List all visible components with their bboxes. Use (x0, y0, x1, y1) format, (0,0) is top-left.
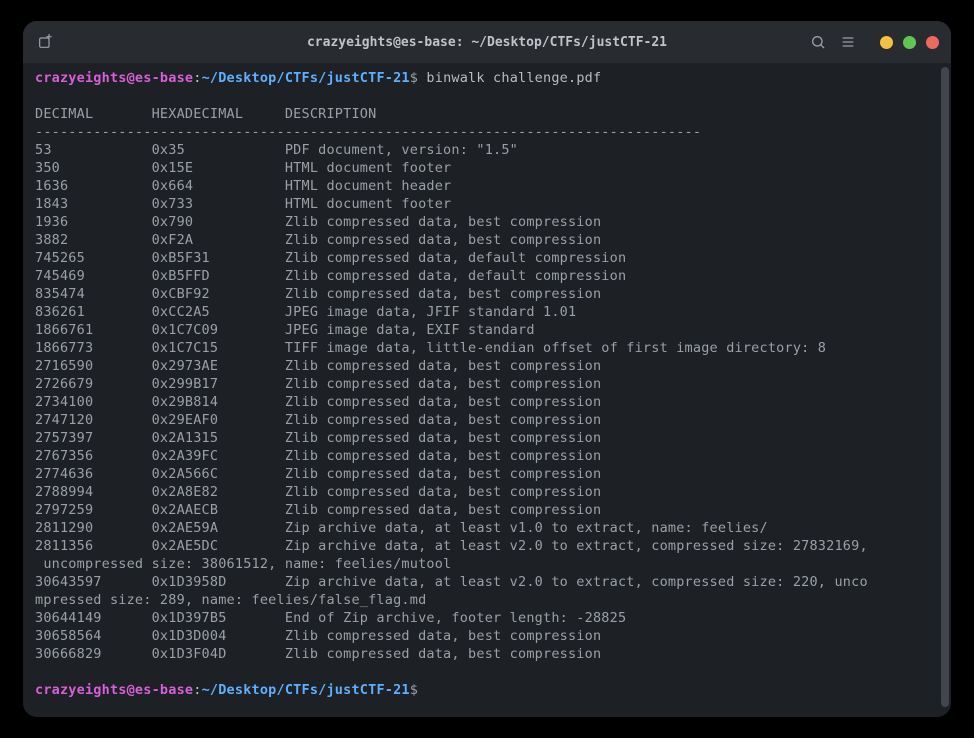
titlebar: crazyeights@es-base: ~/Desktop/CTFs/just… (23, 21, 951, 63)
prompt-user: crazyeights@es-base (35, 682, 193, 698)
close-button[interactable] (926, 36, 939, 49)
output-row: 836261 0xCC2A5 JPEG image data, JFIF sta… (35, 304, 576, 320)
prompt-dollar: $ (410, 70, 418, 86)
output-row: 2811290 0x2AE59A Zip archive data, at le… (35, 520, 768, 536)
prompt-path: ~/Desktop/CTFs/justCTF-21 (202, 70, 410, 86)
output-row: 2716590 0x2973AE Zlib compressed data, b… (35, 358, 601, 374)
prompt-colon: : (193, 682, 201, 698)
window-controls (880, 36, 939, 49)
terminal-window: crazyeights@es-base: ~/Desktop/CTFs/just… (23, 21, 951, 717)
terminal-area[interactable]: crazyeights@es-base:~/Desktop/CTFs/justC… (23, 63, 951, 717)
output-row: 2788994 0x2A8E82 Zlib compressed data, b… (35, 484, 601, 500)
minimize-button[interactable] (880, 36, 893, 49)
terminal-content: crazyeights@es-base:~/Desktop/CTFs/justC… (35, 69, 949, 699)
new-tab-icon[interactable] (35, 32, 55, 52)
command-text: binwalk challenge.pdf (418, 70, 601, 86)
output-row: 745469 0xB5FFD Zlib compressed data, def… (35, 268, 626, 284)
output-row: 2734100 0x29B814 Zlib compressed data, b… (35, 394, 601, 410)
output-row: 53 0x35 PDF document, version: "1.5" (35, 142, 518, 158)
output-row: 1866761 0x1C7C09 JPEG image data, EXIF s… (35, 322, 535, 338)
output-row: 3882 0xF2A Zlib compressed data, best co… (35, 232, 601, 248)
output-row: 835474 0xCBF92 Zlib compressed data, bes… (35, 286, 601, 302)
output-row: 30666829 0x1D3F04D Zlib compressed data,… (35, 646, 601, 662)
prompt-colon: : (193, 70, 201, 86)
prompt-user: crazyeights@es-base (35, 70, 193, 86)
titlebar-right (810, 34, 939, 50)
output-row: 2811356 0x2AE5DC Zip archive data, at le… (35, 538, 868, 572)
output-row: 2747120 0x29EAF0 Zlib compressed data, b… (35, 412, 601, 428)
prompt-dollar: $ (410, 682, 418, 698)
output-row: 350 0x15E HTML document footer (35, 160, 451, 176)
output-headers: DECIMAL HEXADECIMAL DESCRIPTION (35, 106, 376, 122)
output-row: 1843 0x733 HTML document footer (35, 196, 451, 212)
maximize-button[interactable] (903, 36, 916, 49)
hamburger-menu-icon[interactable] (840, 34, 856, 50)
output-row: 1866773 0x1C7C15 TIFF image data, little… (35, 340, 826, 356)
output-row: 2774636 0x2A566C Zlib compressed data, b… (35, 466, 601, 482)
scrollbar[interactable] (941, 67, 949, 707)
output-row: 745265 0xB5F31 Zlib compressed data, def… (35, 250, 626, 266)
output-row: 30644149 0x1D397B5 End of Zip archive, f… (35, 610, 626, 626)
prompt-path: ~/Desktop/CTFs/justCTF-21 (202, 682, 410, 698)
output-row: 2767356 0x2A39FC Zlib compressed data, b… (35, 448, 601, 464)
output-row: 30643597 0x1D3958D Zip archive data, at … (35, 574, 868, 608)
output-row: 1936 0x790 Zlib compressed data, best co… (35, 214, 601, 230)
output-row: 2757397 0x2A1315 Zlib compressed data, b… (35, 430, 601, 446)
output-row: 2726679 0x299B17 Zlib compressed data, b… (35, 376, 601, 392)
output-row: 1636 0x664 HTML document header (35, 178, 451, 194)
search-icon[interactable] (810, 34, 826, 50)
output-row: 2797259 0x2AAECB Zlib compressed data, b… (35, 502, 601, 518)
output-separator: ----------------------------------------… (35, 124, 701, 140)
output-row: 30658564 0x1D3D004 Zlib compressed data,… (35, 628, 601, 644)
titlebar-left (35, 32, 55, 52)
